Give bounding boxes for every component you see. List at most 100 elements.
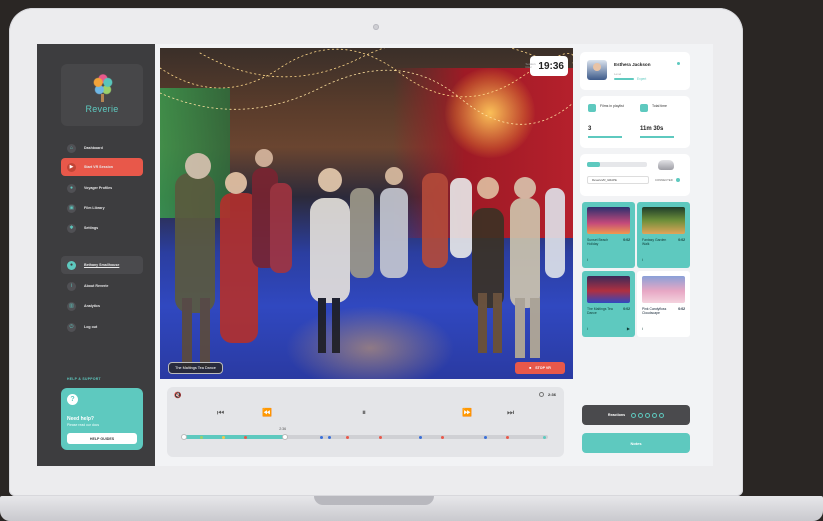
progress-event-marker[interactable] xyxy=(243,435,247,439)
play-icon[interactable]: ▶ xyxy=(627,326,630,331)
films-bar xyxy=(588,136,622,138)
playlist-film-2[interactable]: Fantasy Garden Walk 0:02 i xyxy=(637,202,690,268)
progress-current-handle[interactable] xyxy=(282,434,289,440)
skip-next-button[interactable]: ⏭ xyxy=(507,409,514,417)
progress-fill xyxy=(183,435,286,439)
battery-bar xyxy=(587,162,647,167)
info-icon[interactable]: i xyxy=(642,326,643,331)
skip-previous-button[interactable]: ⏮ xyxy=(217,409,224,417)
playlist-film-1[interactable]: Sunset Beach Holiday 0:02 i xyxy=(582,202,635,268)
pause-button[interactable]: ⏸ xyxy=(362,409,366,417)
progress-event-marker[interactable] xyxy=(199,435,203,439)
gear-icon: ✱ xyxy=(67,223,76,233)
progress-event-marker[interactable] xyxy=(542,435,546,439)
help-guides-button[interactable]: HELP GUIDES xyxy=(67,433,137,444)
film-name: Sunset Beach Holiday xyxy=(587,238,609,247)
voyager-level: Expert xyxy=(637,77,647,81)
film-icon: ▣ xyxy=(67,203,76,213)
voyager-level-label: Level xyxy=(614,72,622,76)
sidebar-user-name: Bethany Smallhouse xyxy=(84,263,120,267)
sidebar-item-label: Settings xyxy=(84,226,99,230)
session-timer: Session timer 19:36 xyxy=(525,56,568,76)
stop-vr-button[interactable]: ■ STOP VR xyxy=(515,362,565,374)
film-name: The Maltings Tea Dance xyxy=(587,307,613,316)
reaction-faces xyxy=(631,412,665,418)
info-icon: i xyxy=(67,281,76,291)
vr-video-preview[interactable]: Session timer 19:36 The Maltings Tea Dan… xyxy=(160,48,573,379)
help-subtext: Please read our docs xyxy=(67,423,100,427)
film-duration: 0:02 xyxy=(678,238,685,242)
sidebar-item-film-library[interactable]: ▣ Film Library xyxy=(61,199,143,217)
info-icon[interactable]: i xyxy=(642,257,643,262)
film-duration: 0:02 xyxy=(623,307,630,311)
chart-icon: ▥ xyxy=(67,301,76,311)
sidebar-item-label: Start VR Session xyxy=(84,165,113,169)
film-duration: 0:02 xyxy=(623,238,630,242)
video-dancers xyxy=(175,149,565,368)
sidebar-item-label: Voyager Profiles xyxy=(84,186,113,190)
reaction-face-icon[interactable] xyxy=(638,412,644,418)
reaction-face-icon[interactable] xyxy=(659,412,665,418)
progress-event-marker[interactable] xyxy=(320,435,324,439)
progress-event-marker[interactable] xyxy=(506,435,510,439)
film-thumbnail xyxy=(642,276,685,303)
reactions-bar[interactable]: Reactions xyxy=(582,405,690,425)
sidebar-item-analytics[interactable]: ▥ Analytics xyxy=(61,297,143,315)
time-bar xyxy=(640,136,674,138)
clock-icon xyxy=(538,392,544,397)
reaction-face-icon[interactable] xyxy=(631,412,637,418)
reaction-face-icon[interactable] xyxy=(645,412,651,418)
avatar xyxy=(587,60,607,80)
user-icon: ● xyxy=(67,260,76,270)
playlist-film-3[interactable]: The Maltings Tea Dance 0:02 i ▶ xyxy=(582,271,635,337)
progress-event-marker[interactable] xyxy=(345,435,349,439)
laptop-notch xyxy=(314,496,434,505)
film-name: Pink Candyfloss Cloudscape xyxy=(642,307,667,316)
playlist-film-4[interactable]: Pink Candyfloss Cloudscape 0:02 i xyxy=(637,271,690,337)
notes-button[interactable]: Notes xyxy=(582,433,690,453)
device-name[interactable]: ReverieVR_GRAPE xyxy=(587,176,649,184)
progress-event-marker[interactable] xyxy=(440,435,444,439)
tree-trunk xyxy=(101,94,104,102)
sidebar-item-dashboard[interactable]: ⌂ Dashboard xyxy=(61,139,143,157)
progress-time-label: 2:36 xyxy=(279,427,287,431)
voyager-profile-card[interactable]: Esthera Jackson Level Expert xyxy=(580,52,690,90)
reaction-face-icon[interactable] xyxy=(652,412,658,418)
films-in-playlist-value: 3 xyxy=(588,126,592,132)
film-thumbnail xyxy=(642,207,685,234)
progress-event-marker[interactable] xyxy=(378,435,382,439)
film-duration: 0:02 xyxy=(678,307,685,311)
sidebar-item-voyager-profiles[interactable]: ● Voyager Profiles xyxy=(61,179,143,197)
player-controls: 🔇 2:36 ⏮ ⏪ ⏸ ⏩ ⏭ 2:36 xyxy=(167,387,564,457)
info-icon[interactable]: i xyxy=(587,326,588,331)
question-icon: ? xyxy=(67,394,78,405)
logo-text: Reverie xyxy=(85,104,119,114)
sidebar-item-label: Analytics xyxy=(84,304,100,308)
sidebar-item-start-vr-session[interactable]: ▶ Start VR Session xyxy=(61,158,143,176)
sidebar-item-about[interactable]: i About Reverie xyxy=(61,277,143,295)
rewind-button[interactable]: ⏪ xyxy=(262,409,272,417)
info-icon[interactable]: i xyxy=(587,257,588,262)
progress-event-marker[interactable] xyxy=(484,435,488,439)
connection-status-label: CONNECTED xyxy=(655,178,673,182)
progress-event-marker[interactable] xyxy=(418,435,422,439)
clock-icon xyxy=(640,104,648,112)
logo[interactable]: Reverie xyxy=(61,64,143,126)
reactions-label: Reactions xyxy=(607,413,626,417)
progress-event-marker[interactable] xyxy=(327,435,331,439)
sidebar-item-settings[interactable]: ✱ Settings xyxy=(61,219,143,237)
headset-connection-card: 22% ReverieVR_GRAPE CONNECTED xyxy=(580,154,690,196)
volume-mute-icon[interactable]: 🔇 xyxy=(174,392,181,399)
webcam xyxy=(373,24,379,30)
fast-forward-button[interactable]: ⏩ xyxy=(462,409,472,417)
total-time-value: 11m 30s xyxy=(640,126,664,132)
film-name: Fantasy Garden Walk xyxy=(642,238,667,247)
help-section-title: HELP & SUPPORT xyxy=(67,377,101,381)
progress-bar[interactable]: 2:36 xyxy=(181,427,548,440)
progress-start-handle[interactable] xyxy=(181,434,187,440)
sidebar-user[interactable]: ● Bethany Smallhouse xyxy=(61,256,143,274)
sidebar-item-logout[interactable]: ⏻ Log out xyxy=(61,318,143,336)
play-icon: ▶ xyxy=(67,162,76,172)
progress-event-marker[interactable] xyxy=(221,435,225,439)
help-heading: Need help? xyxy=(67,416,94,422)
